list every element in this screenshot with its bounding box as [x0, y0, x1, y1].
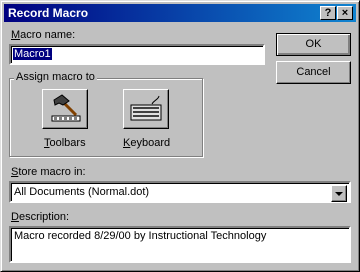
record-macro-dialog: Record Macro ? × Macro name: Macro1 OK C…	[0, 0, 360, 272]
macro-name-label: Macro name:	[11, 29, 76, 41]
store-macro-select[interactable]: All Documents (Normal.dot)	[9, 181, 351, 203]
store-macro-label: Store macro in:	[11, 166, 86, 178]
description-textarea[interactable]: Macro recorded 8/29/00 by Instructional …	[9, 226, 351, 263]
close-button[interactable]: ×	[337, 6, 353, 20]
help-button[interactable]: ?	[320, 6, 336, 20]
macro-name-input[interactable]: Macro1	[9, 44, 265, 65]
store-macro-value: All Documents (Normal.dot)	[14, 186, 150, 198]
keyboard-button[interactable]	[123, 89, 169, 129]
description-value: Macro recorded 8/29/00 by Instructional …	[14, 230, 267, 242]
assign-macro-group	[9, 78, 203, 157]
keyboard-icon	[130, 95, 162, 121]
hammer-icon	[51, 94, 81, 122]
ok-button[interactable]: OK	[276, 33, 351, 56]
macro-name-value: Macro1	[13, 48, 52, 60]
keyboard-label: Keyboard	[123, 137, 171, 149]
chevron-down-icon	[335, 192, 343, 196]
toolbars-label: Toolbars	[44, 137, 86, 149]
title-bar[interactable]: Record Macro ? ×	[4, 4, 356, 22]
assign-macro-legend: Assign macro to	[14, 71, 97, 83]
cancel-button[interactable]: Cancel	[276, 61, 351, 84]
description-label: Description:	[11, 211, 70, 223]
window-title: Record Macro	[8, 6, 89, 20]
toolbars-button[interactable]	[42, 89, 88, 129]
dropdown-arrow-button[interactable]	[331, 185, 347, 202]
